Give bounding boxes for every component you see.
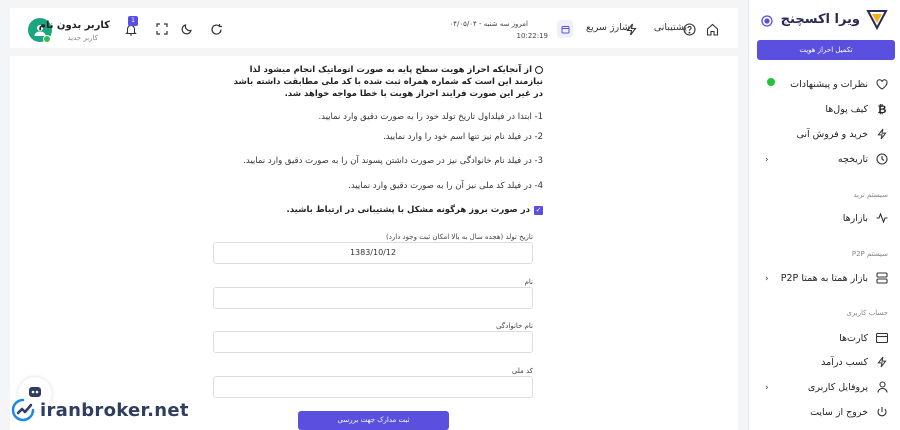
sidebar-item-wallets[interactable]: ₿ کیف پول‌ها — [825, 102, 888, 116]
chevron-left-icon: › — [765, 383, 769, 393]
sidebar-item-label: کیف پول‌ها — [825, 103, 868, 115]
step-4: 4- در فیلد کد ملی نیز آن را به صورت دقیق… — [348, 181, 543, 191]
sidebar-item-buy-sell[interactable]: خرید و فروش آنی — [796, 128, 888, 140]
brand[interactable]: ویرا اکسچنج — [781, 8, 888, 30]
online-indicator — [767, 78, 775, 86]
calendar-icon — [557, 20, 573, 38]
fullscreen-icon[interactable] — [153, 20, 171, 38]
sidebar-item-p2p-market[interactable]: بازار همتا به همتا P2P — [781, 272, 888, 284]
sidebar-item-logout[interactable]: خروج از سایت — [810, 406, 888, 418]
step-3: 3- در فیلد نام خانوادگی نیز در صورت داشت… — [243, 156, 543, 166]
refresh-icon[interactable] — [207, 20, 225, 38]
watermark-text: iranbroker.net — [40, 399, 189, 421]
sidebar-item-profile[interactable]: پروفایل کاربری — [808, 381, 888, 393]
lightning-icon — [876, 356, 888, 368]
chevron-left-icon: › — [765, 274, 769, 284]
date-text: امروز سه شنبه - ۰۴/۰۵/۰۴ — [449, 20, 529, 28]
sidebar-item-label: تاریخچه — [837, 153, 868, 165]
check-icon: ✓ — [534, 205, 543, 215]
section-p2p-system: سیستم P2P — [851, 250, 888, 258]
support-note: ✓ در صورت بروز هرگونه مشکل با پشتیبانی د… — [287, 205, 543, 215]
first-name-label: نام — [524, 278, 533, 286]
brand-logo-icon — [866, 10, 888, 30]
step-1: 1- ابتدا در فیلداول تاریخ تولد خود را به… — [318, 112, 543, 122]
sidebar-item-label: نظرات و پیشنهادات — [790, 78, 868, 90]
sidebar-item-history[interactable]: تاریخچه — [838, 153, 888, 165]
national-code-field[interactable] — [213, 376, 533, 398]
step-2: 2- در فیلد نام نیز تنها اسم خود را وارد … — [383, 132, 543, 142]
moon-icon[interactable] — [178, 20, 196, 38]
birth-date-field[interactable]: 1383/10/12 — [213, 242, 533, 264]
credit-card-icon — [876, 332, 888, 344]
section-trade-system: سیستم ترید — [853, 191, 888, 199]
section-account: حساب کاربری — [846, 309, 888, 317]
chevron-left-icon: › — [765, 155, 769, 165]
kyc-form-panel: از آنجایکه احراز هویت سطح پایه به صورت ا… — [10, 56, 738, 430]
birth-date-label: تاریخ تولد (هجده سال به بالا امکان ثبت و… — [386, 233, 533, 241]
user-name: کاربر بدون نام — [38, 20, 110, 31]
brand-name: ویرا اکسچنج — [780, 11, 860, 27]
lightning-icon — [876, 128, 888, 140]
notification-badge: 1 — [128, 16, 138, 26]
sidebar-item-label: خروج از سایت — [810, 406, 868, 418]
heart-icon — [876, 78, 888, 90]
sidebar-toggle-icon[interactable] — [761, 12, 773, 31]
time-text: 10:22:19 — [516, 32, 548, 40]
last-name-field[interactable] — [213, 331, 533, 353]
sidebar-item-cards[interactable]: کارت‌ها — [839, 332, 888, 344]
sidebar-item-feedback[interactable]: نظرات و پیشنهادات — [790, 78, 888, 90]
notice-text: از آنجایکه احراز هویت سطح پایه به صورت ا… — [233, 65, 543, 99]
watermark-logo-icon — [11, 398, 35, 422]
clock-icon — [876, 153, 888, 165]
lightning-icon[interactable] — [622, 20, 640, 38]
help-icon[interactable] — [680, 20, 698, 38]
activity-icon — [876, 212, 888, 224]
user-role: کاربر جدید — [67, 34, 98, 42]
submit-button[interactable]: ثبت مدارک جهت بررسی — [298, 411, 449, 430]
online-status-dot — [43, 35, 51, 43]
home-icon[interactable] — [703, 20, 721, 38]
sidebar-item-label: بازار همتا به همتا P2P — [780, 272, 868, 284]
user-icon — [876, 381, 888, 393]
complete-kyc-button[interactable]: تکمیل احراز هویت — [757, 40, 895, 60]
top-bar: کاربر بدون نام کاربر جدید 1 امروز سه شنب… — [10, 8, 738, 48]
sidebar-item-label: پروفایل کاربری — [807, 381, 868, 393]
server-icon — [876, 272, 888, 284]
sidebar-item-label: کارت‌ها — [839, 332, 868, 344]
bitcoin-icon: ₿ — [877, 102, 887, 116]
national-code-label: کد ملی — [511, 367, 533, 375]
support-note-text: در صورت بروز هرگونه مشکل با پشتیبانی در … — [286, 205, 530, 215]
sidebar-item-label: کسب درآمد — [821, 356, 868, 368]
sidebar-item-label: خرید و فروش آنی — [796, 128, 868, 140]
sidebar: ویرا اکسچنج تکمیل احراز هویت نظرات و پیش… — [748, 0, 900, 430]
first-name-field[interactable] — [213, 287, 533, 309]
sidebar-item-markets[interactable]: بازارها — [843, 212, 888, 224]
power-icon — [876, 406, 888, 418]
page: کاربر بدون نام کاربر جدید 1 امروز سه شنب… — [0, 0, 900, 430]
last-name-label: نام خانوادگی — [496, 322, 533, 330]
info-circle-icon — [535, 65, 543, 74]
sidebar-item-earn[interactable]: کسب درآمد — [821, 356, 888, 368]
watermark: iranbroker.net — [10, 397, 189, 423]
sidebar-item-label: بازارها — [842, 212, 868, 224]
